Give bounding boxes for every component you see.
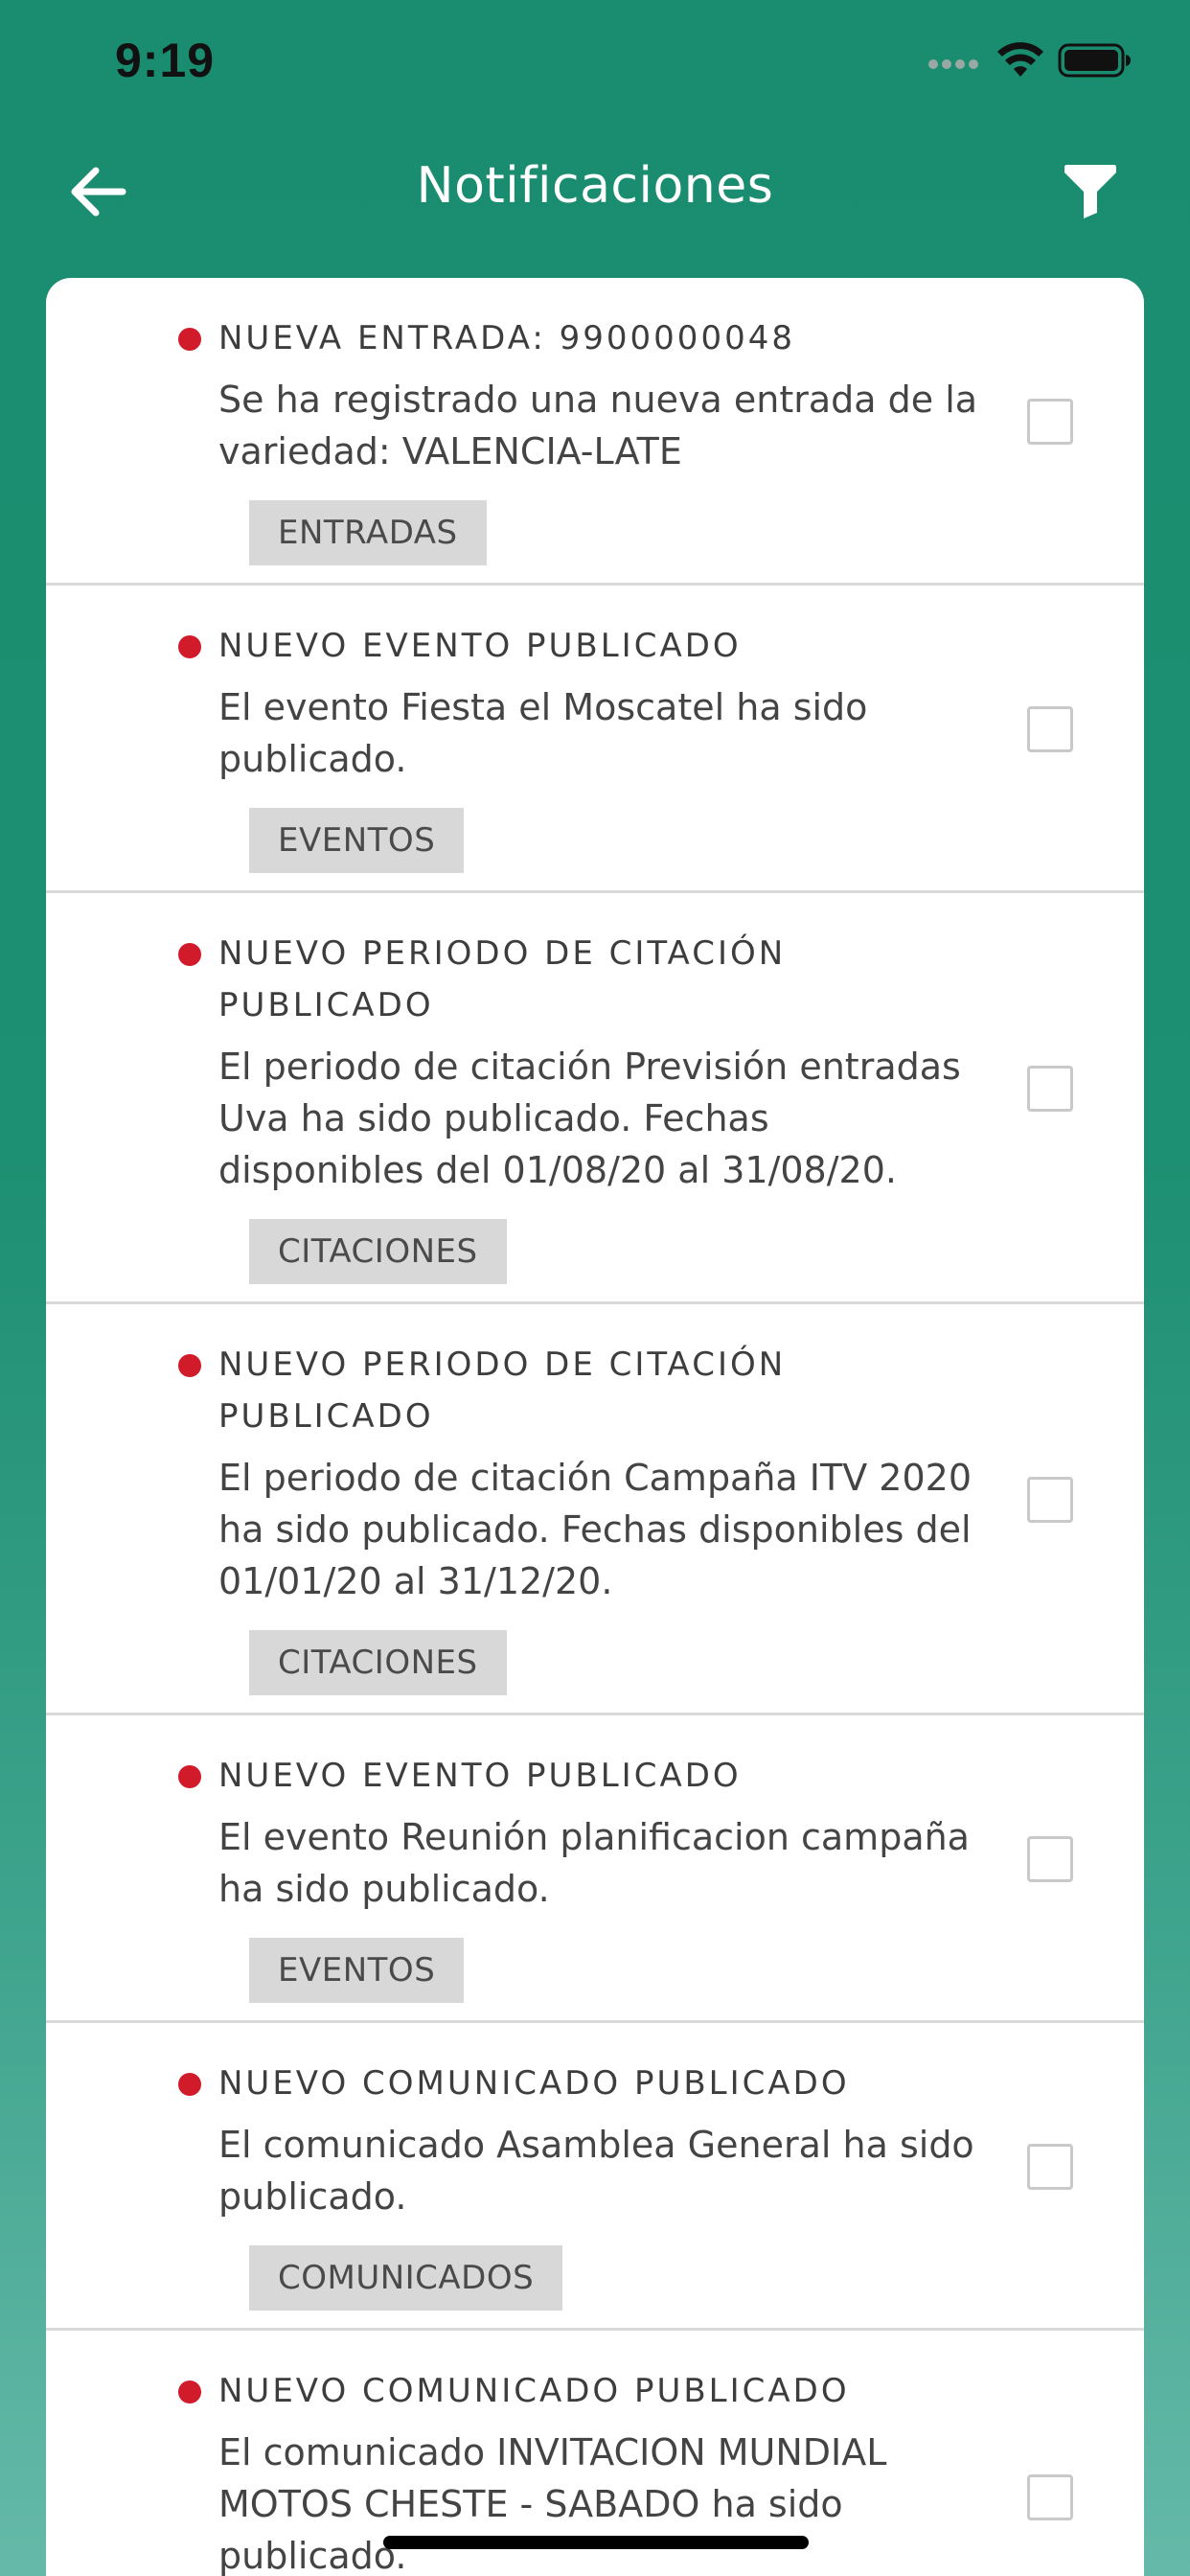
list-item[interactable]: NUEVO COMUNICADO PUBLICADO El comunicado…: [46, 2023, 1144, 2331]
unread-dot: [178, 1765, 201, 1788]
unread-dot: [178, 2073, 201, 2096]
notification-title: NUEVO COMUNICADO PUBLICADO: [218, 2064, 850, 2103]
notification-body: El periodo de citación Campaña ITV 2020 …: [218, 1457, 972, 1602]
notifications-list: NUEVA ENTRADA: 9900000048 Se ha registra…: [46, 278, 1144, 2576]
select-checkbox[interactable]: [1027, 1836, 1073, 1882]
home-indicator[interactable]: [383, 2536, 809, 2549]
select-checkbox[interactable]: [1027, 1066, 1073, 1112]
notification-body: El evento Fiesta el Moscatel ha sido pub…: [218, 686, 868, 780]
notification-title: NUEVO PERIODO DE CITACIÓN PUBLICADO: [218, 1346, 787, 1436]
list-item[interactable]: NUEVO EVENTO PUBLICADO El evento Reunión…: [46, 1715, 1144, 2023]
list-item[interactable]: NUEVO PERIODO DE CITACIÓN PUBLICADO El p…: [46, 893, 1144, 1304]
category-tag: EVENTOS: [249, 1938, 465, 2003]
status-time: 9:19: [115, 34, 216, 87]
status-bar: 9:19: [0, 0, 1190, 134]
list-item[interactable]: NUEVO EVENTO PUBLICADO El evento Fiesta …: [46, 586, 1144, 893]
battery-icon: [1058, 42, 1133, 82]
select-checkbox[interactable]: [1027, 706, 1073, 752]
notification-title: NUEVA ENTRADA: 9900000048: [218, 319, 795, 357]
page-title: Notificaciones: [416, 157, 774, 215]
wifi-icon: [996, 42, 1044, 82]
unread-dot: [178, 2380, 201, 2404]
select-checkbox[interactable]: [1027, 399, 1073, 445]
filter-funnel-icon: [1063, 163, 1118, 224]
notification-body: El comunicado Asamblea General ha sido p…: [218, 2124, 974, 2218]
category-tag: CITACIONES: [249, 1219, 507, 1284]
select-checkbox[interactable]: [1027, 2474, 1073, 2520]
category-tag: COMUNICADOS: [249, 2245, 563, 2311]
list-item[interactable]: NUEVO PERIODO DE CITACIÓN PUBLICADO El p…: [46, 1304, 1144, 1715]
notification-title: NUEVO EVENTO PUBLICADO: [218, 627, 742, 665]
unread-dot: [178, 1354, 201, 1377]
notification-title: NUEVO EVENTO PUBLICADO: [218, 1757, 742, 1795]
filter-button[interactable]: [1054, 157, 1127, 230]
notification-body: El evento Reunión planificacion campaña …: [218, 1816, 970, 1910]
app-header: Notificaciones: [0, 134, 1190, 278]
notification-body: El comunicado INVITACION MUNDIAL MOTOS C…: [218, 2431, 887, 2576]
category-tag: EVENTOS: [249, 808, 465, 873]
status-icons: [927, 42, 1133, 82]
unread-dot: [178, 943, 201, 966]
unread-dot: [178, 328, 201, 351]
unread-dot: [178, 635, 201, 658]
category-tag: ENTRADAS: [249, 500, 487, 565]
select-checkbox[interactable]: [1027, 1477, 1073, 1523]
notification-title: NUEVO COMUNICADO PUBLICADO: [218, 2372, 850, 2410]
notification-body: Se ha registrado una nueva entrada de la…: [218, 379, 978, 472]
list-item[interactable]: NUEVA ENTRADA: 9900000048 Se ha registra…: [46, 278, 1144, 586]
category-tag: CITACIONES: [249, 1630, 507, 1695]
notification-title: NUEVO PERIODO DE CITACIÓN PUBLICADO: [218, 934, 787, 1024]
notification-body: El periodo de citación Previsión entrada…: [218, 1046, 961, 1191]
cellular-signal-icon: [927, 51, 983, 74]
select-checkbox[interactable]: [1027, 2144, 1073, 2190]
